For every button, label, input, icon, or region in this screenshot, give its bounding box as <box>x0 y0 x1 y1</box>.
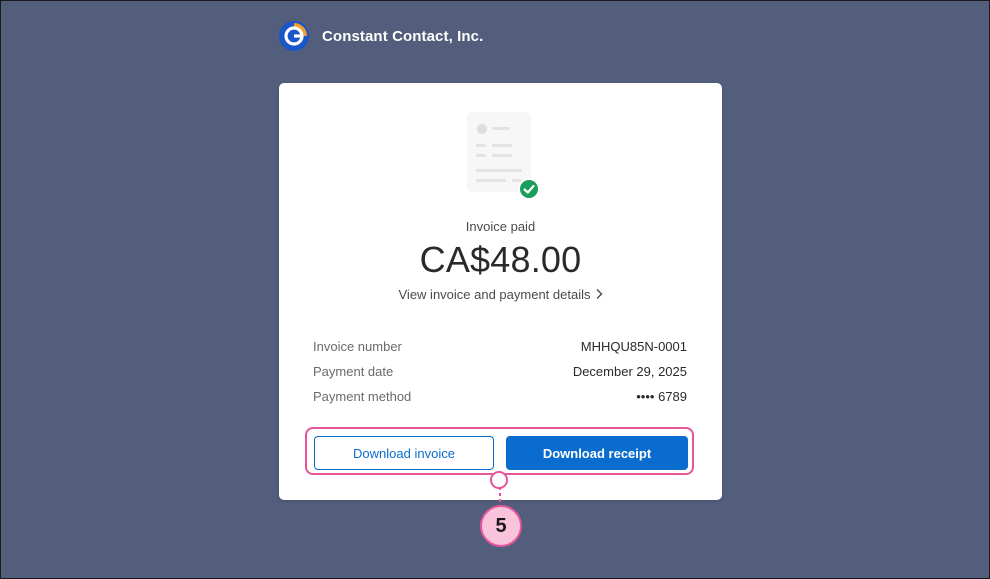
info-row-payment-date: Payment date December 29, 2025 <box>313 364 687 389</box>
check-circle-icon <box>518 178 540 200</box>
invoice-info-table: Invoice number MHHQU85N-0001 Payment dat… <box>313 339 687 414</box>
invoice-status: Invoice paid <box>465 219 536 234</box>
info-label: Payment method <box>313 389 412 404</box>
download-receipt-button[interactable]: Download receipt <box>506 436 688 470</box>
view-invoice-details-link[interactable]: View invoice and payment details <box>279 287 722 302</box>
info-label: Payment date <box>313 364 394 379</box>
download-buttons-highlight: Download invoice Download receipt <box>305 427 694 475</box>
chevron-right-icon <box>596 289 602 299</box>
constant-contact-logo-icon <box>279 21 309 51</box>
info-value: MHHQU85N-0001 <box>580 339 687 354</box>
invoice-amount: CA$48.00 <box>419 239 582 280</box>
info-label: Invoice number <box>313 339 402 354</box>
info-row-invoice-number: Invoice number MHHQU85N-0001 <box>313 339 687 364</box>
brand-name: Constant Contact, Inc. <box>322 27 484 45</box>
invoice-card: Invoice paid CA$48.00 View invoice and p… <box>279 83 722 500</box>
brand-header: Constant Contact, Inc. <box>278 19 483 53</box>
callout-step-badge: 5 <box>480 505 522 547</box>
callout-anchor-dot <box>490 471 508 489</box>
download-invoice-button[interactable]: Download invoice <box>314 436 494 470</box>
invoice-document-icon <box>467 112 540 200</box>
info-row-payment-method: Payment method •••• 6789 <box>313 389 687 414</box>
info-value: December 29, 2025 <box>572 364 687 379</box>
view-invoice-details-label: View invoice and payment details <box>398 287 591 302</box>
info-value: •••• 6789 <box>636 389 687 404</box>
